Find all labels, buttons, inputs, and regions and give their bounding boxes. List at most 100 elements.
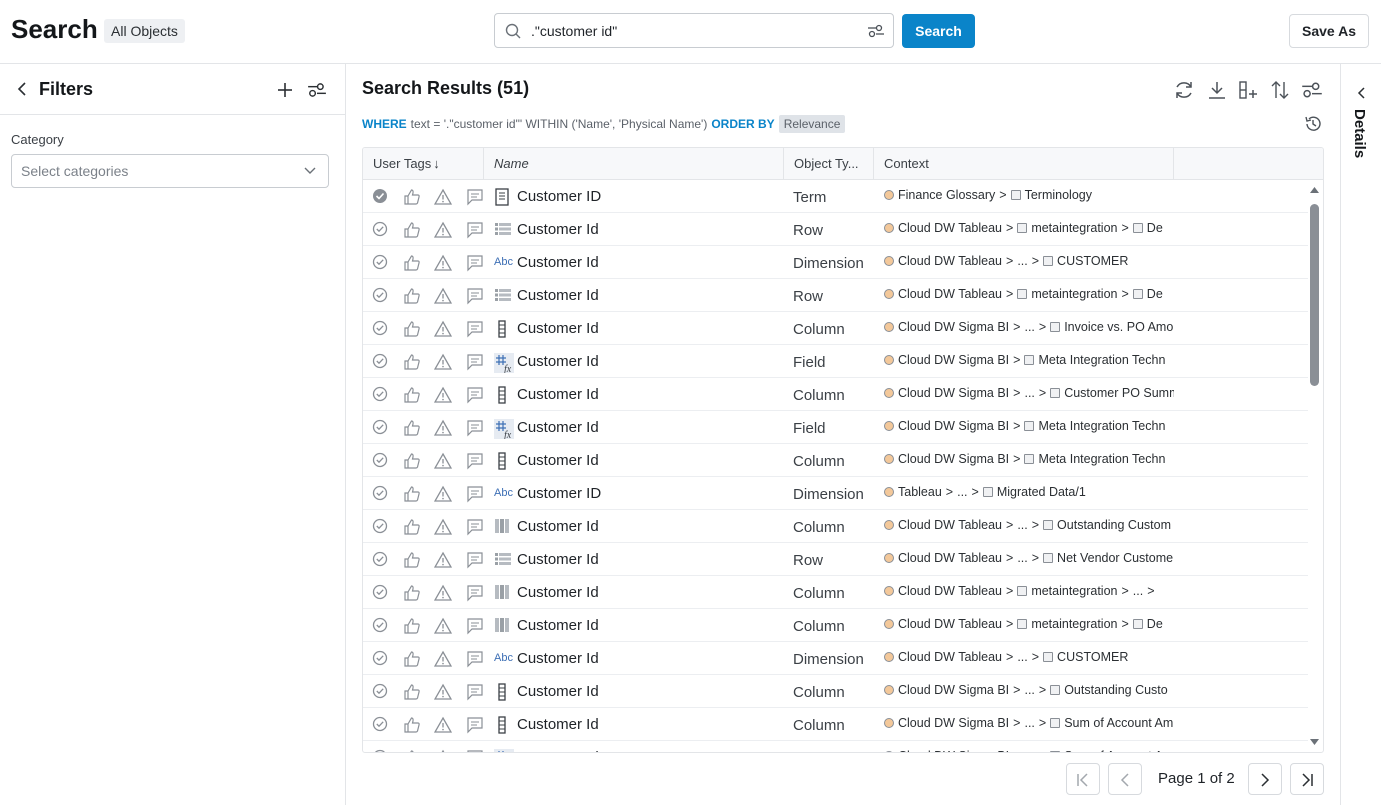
column-header-object-type[interactable]: Object Ty... <box>784 148 874 180</box>
like-icon[interactable] <box>403 386 421 404</box>
download-icon[interactable] <box>1206 79 1228 101</box>
add-filter-icon[interactable] <box>275 80 295 100</box>
last-page-button[interactable] <box>1290 763 1324 795</box>
warning-icon[interactable] <box>434 749 452 752</box>
result-name[interactable]: Customer Id <box>517 386 599 403</box>
warning-icon[interactable] <box>434 650 452 668</box>
comment-icon[interactable] <box>466 749 484 752</box>
expand-details-icon[interactable] <box>1356 86 1366 100</box>
table-row[interactable]: Customer Id Column Cloud DW Tableau >... > Ou… <box>363 510 1308 543</box>
scroll-thumb[interactable] <box>1310 204 1319 386</box>
table-row[interactable]: Abc Customer Id Dimension Cloud DW Tableau >… <box>363 642 1308 675</box>
table-row[interactable]: fx Customer Id Field Cloud DW Sigma BI > Meta… <box>363 345 1308 378</box>
next-page-button[interactable] <box>1248 763 1282 795</box>
result-context[interactable]: Cloud DW Tableau >... > Net Vendor Custome <box>884 548 1174 568</box>
result-name[interactable]: Customer Id <box>517 287 599 304</box>
result-context[interactable]: Cloud DW Tableau >... > CUSTOMER <box>884 647 1174 667</box>
like-icon[interactable] <box>403 419 421 437</box>
comment-icon[interactable] <box>466 320 484 338</box>
certified-check-icon[interactable] <box>372 221 388 237</box>
result-context[interactable]: Cloud DW Sigma BI > Meta Integration Techn <box>884 449 1174 469</box>
result-context[interactable]: Cloud DW Tableau > metaintegration > De <box>884 614 1174 634</box>
sort-icon[interactable] <box>1269 79 1291 101</box>
certified-check-icon[interactable] <box>372 650 388 666</box>
refresh-icon[interactable] <box>1173 79 1195 101</box>
comment-icon[interactable] <box>466 650 484 668</box>
result-name[interactable]: Customer Id <box>517 584 599 601</box>
like-icon[interactable] <box>403 221 421 239</box>
warning-icon[interactable] <box>434 485 452 503</box>
result-name[interactable]: Customer Id <box>517 617 599 634</box>
comment-icon[interactable] <box>466 617 484 635</box>
like-icon[interactable] <box>403 485 421 503</box>
like-icon[interactable] <box>403 650 421 668</box>
warning-icon[interactable] <box>434 221 452 239</box>
certified-check-icon[interactable] <box>372 551 388 567</box>
comment-icon[interactable] <box>466 419 484 437</box>
search-input[interactable] <box>531 20 851 42</box>
table-row[interactable]: Customer Id Column Cloud DW Sigma BI >... > S… <box>363 708 1308 741</box>
comment-icon[interactable] <box>466 716 484 734</box>
search-button[interactable]: Search <box>902 14 975 48</box>
collapse-filters-icon[interactable] <box>15 81 29 97</box>
table-row[interactable]: Customer Id Column Cloud DW Sigma BI >... > I… <box>363 312 1308 345</box>
certified-check-icon[interactable] <box>372 485 388 501</box>
category-select[interactable]: Select categories <box>11 154 329 188</box>
result-context[interactable]: Cloud DW Sigma BI >... > Invoice vs. PO Amo <box>884 317 1174 337</box>
like-icon[interactable] <box>403 188 421 206</box>
result-context[interactable]: Cloud DW Tableau > metaintegration > De <box>884 284 1174 304</box>
result-context[interactable]: Cloud DW Sigma BI >... > Customer PO Summ <box>884 383 1174 403</box>
warning-icon[interactable] <box>434 386 452 404</box>
certified-check-icon[interactable] <box>372 188 388 204</box>
filter-settings-icon[interactable] <box>307 80 327 100</box>
warning-icon[interactable] <box>434 287 452 305</box>
result-context[interactable]: Cloud DW Tableau >... > CUSTOMER <box>884 251 1174 271</box>
result-name[interactable]: Customer Id <box>517 518 599 535</box>
table-row[interactable]: fxCustomer Id Field Cloud DW Sigma BI >... >… <box>363 741 1308 752</box>
certified-check-icon[interactable] <box>372 287 388 303</box>
like-icon[interactable] <box>403 749 421 752</box>
like-icon[interactable] <box>403 551 421 569</box>
result-context[interactable]: Finance Glossary > Terminology <box>884 185 1174 205</box>
certified-check-icon[interactable] <box>372 452 388 468</box>
warning-icon[interactable] <box>434 617 452 635</box>
certified-check-icon[interactable] <box>372 749 388 752</box>
result-name[interactable]: Customer Id <box>517 452 599 469</box>
scope-badge[interactable]: All Objects <box>104 19 185 43</box>
search-box[interactable] <box>494 13 894 48</box>
result-name[interactable]: Customer Id <box>517 716 599 733</box>
like-icon[interactable] <box>403 353 421 371</box>
certified-check-icon[interactable] <box>372 419 388 435</box>
results-scrollbar[interactable] <box>1306 180 1323 752</box>
certified-check-icon[interactable] <box>372 584 388 600</box>
column-header-context[interactable]: Context <box>874 148 1174 180</box>
certified-check-icon[interactable] <box>372 617 388 633</box>
result-name[interactable]: Customer Id <box>517 683 599 700</box>
comment-icon[interactable] <box>466 353 484 371</box>
like-icon[interactable] <box>403 320 421 338</box>
like-icon[interactable] <box>403 518 421 536</box>
warning-icon[interactable] <box>434 683 452 701</box>
certified-check-icon[interactable] <box>372 386 388 402</box>
comment-icon[interactable] <box>466 287 484 305</box>
warning-icon[interactable] <box>434 254 452 272</box>
result-context[interactable]: Cloud DW Tableau >... > Outstanding Custom <box>884 515 1174 535</box>
save-as-button[interactable]: Save As <box>1289 14 1369 48</box>
table-row[interactable]: Customer ID Term Finance Glossary > Terminol… <box>363 180 1308 213</box>
table-row[interactable]: Customer Id Column Cloud DW Sigma BI >... > O… <box>363 675 1308 708</box>
table-row[interactable]: Customer Id Column Cloud DW Tableau > metain… <box>363 609 1308 642</box>
like-icon[interactable] <box>403 584 421 602</box>
warning-icon[interactable] <box>434 320 452 338</box>
table-row[interactable]: Customer Id Column Cloud DW Sigma BI >... > C… <box>363 378 1308 411</box>
result-name[interactable]: Customer Id <box>517 320 599 337</box>
details-rail[interactable]: Details <box>1340 64 1381 805</box>
table-row[interactable]: fx Customer Id Field Cloud DW Sigma BI > Meta… <box>363 411 1308 444</box>
advanced-settings-icon[interactable] <box>867 22 885 40</box>
certified-check-icon[interactable] <box>372 254 388 270</box>
column-header-name[interactable]: Name <box>484 148 784 180</box>
like-icon[interactable] <box>403 617 421 635</box>
comment-icon[interactable] <box>466 584 484 602</box>
certified-check-icon[interactable] <box>372 716 388 732</box>
table-row[interactable]: Abc Customer Id Dimension Cloud DW Tableau >… <box>363 246 1308 279</box>
warning-icon[interactable] <box>434 518 452 536</box>
